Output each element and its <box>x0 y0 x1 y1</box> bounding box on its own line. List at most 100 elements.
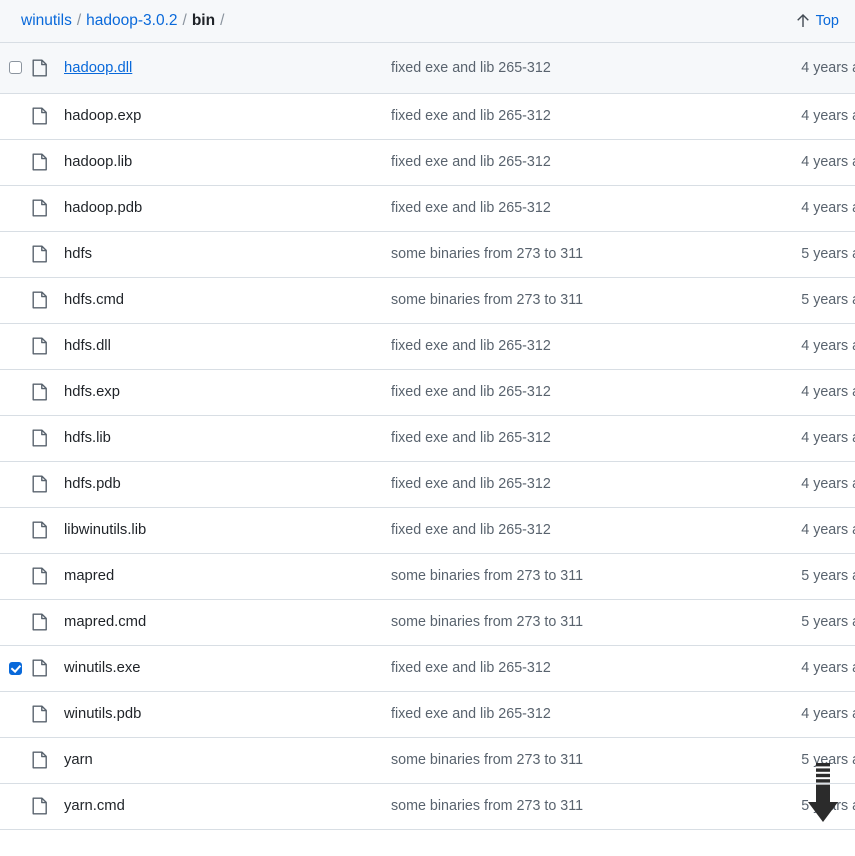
commit-age-cell: 4 years ago <box>801 384 855 400</box>
arrow-up-icon <box>796 13 810 29</box>
file-list-body: hadoop.dll fixed exe and lib 265-312 4 yea… <box>0 43 855 829</box>
commit-message-cell[interactable]: fixed exe and lib 265-312 <box>381 415 721 461</box>
file-name-link[interactable]: libwinutils.lib <box>64 522 146 538</box>
commit-age-cell: 4 years ago <box>801 200 855 216</box>
file-name-link[interactable]: hdfs <box>64 246 92 262</box>
table-row[interactable]: winutils.pdb fixed exe and lib 265-312 4 y… <box>0 691 855 737</box>
file-icon-cell <box>27 461 53 507</box>
file-icon-cell <box>27 507 53 553</box>
commit-message-cell[interactable]: some binaries from 273 to 311 <box>381 737 721 783</box>
table-row[interactable]: hadoop.dll fixed exe and lib 265-312 4 yea… <box>0 43 855 93</box>
commit-message-cell[interactable]: fixed exe and lib 265-312 <box>381 369 721 415</box>
file-name-cell: hdfs.exp <box>53 369 381 415</box>
table-row[interactable]: hdfs.pdb fixed exe and lib 265-312 4 years… <box>0 461 855 507</box>
file-name-cell: mapred <box>53 553 381 599</box>
checkbox-wrapper <box>0 324 27 369</box>
file-name-link[interactable]: yarn <box>64 752 93 768</box>
file-icon <box>32 291 47 309</box>
commit-message-cell[interactable]: some binaries from 273 to 311 <box>381 231 721 277</box>
checkbox-wrapper <box>0 692 27 737</box>
row-select-checkbox[interactable] <box>8 61 22 75</box>
file-icon <box>32 475 47 493</box>
table-row[interactable]: libwinutils.lib fixed exe and lib 265-312… <box>0 507 855 553</box>
commit-age-cell: 5 years ago <box>801 752 855 768</box>
row-select-cell <box>0 415 27 461</box>
file-icon-cell <box>27 93 53 139</box>
commit-message-cell[interactable]: some binaries from 273 to 311 <box>381 277 721 323</box>
breadcrumb-separator: / <box>182 12 187 29</box>
row-select-cell <box>0 737 27 783</box>
row-select-cell <box>0 461 27 507</box>
table-row[interactable]: hdfs.lib fixed exe and lib 265-312 4 years… <box>0 415 855 461</box>
table-row[interactable]: hdfs.cmd some binaries from 273 to 311 5 y… <box>0 277 855 323</box>
file-name-link[interactable]: hdfs.pdb <box>64 476 121 492</box>
checkbox-wrapper <box>0 508 27 553</box>
commit-message-cell[interactable]: fixed exe and lib 265-312 <box>381 43 721 93</box>
table-row[interactable]: hadoop.pdb fixed exe and lib 265-312 4 yea… <box>0 185 855 231</box>
file-icon-cell <box>27 415 53 461</box>
table-row[interactable]: yarn some binaries from 273 to 311 5 years… <box>0 737 855 783</box>
back-to-top-link[interactable]: Top <box>796 13 839 29</box>
table-row[interactable]: hdfs.dll fixed exe and lib 265-312 4 years… <box>0 323 855 369</box>
commit-message-cell[interactable]: fixed exe and lib 265-312 <box>381 185 721 231</box>
breadcrumb-item-hadoop-3-0-2[interactable]: hadoop-3.0.2 <box>86 12 177 30</box>
row-select-cell <box>0 599 27 645</box>
table-row[interactable]: winutils.exe fixed exe and lib 265-312 4 y… <box>0 645 855 691</box>
file-name-link[interactable]: winutils.pdb <box>64 706 141 722</box>
file-name-link[interactable]: hdfs.exp <box>64 384 120 400</box>
file-icon <box>32 199 47 217</box>
commit-message-cell[interactable]: some binaries from 273 to 311 <box>381 783 721 829</box>
file-name-link[interactable]: hadoop.pdb <box>64 200 142 216</box>
file-icon-cell <box>27 599 53 645</box>
row-select-cell <box>0 323 27 369</box>
row-select-cell <box>0 507 27 553</box>
commit-message-cell[interactable]: fixed exe and lib 265-312 <box>381 323 721 369</box>
table-row[interactable]: mapred.cmd some binaries from 273 to 311 5… <box>0 599 855 645</box>
file-icon-cell <box>27 369 53 415</box>
commit-message-cell[interactable]: some binaries from 273 to 311 <box>381 553 721 599</box>
file-name-link[interactable]: hdfs.cmd <box>64 292 124 308</box>
file-name-cell: hadoop.dll <box>53 43 381 93</box>
commit-message-cell[interactable]: fixed exe and lib 265-312 <box>381 691 721 737</box>
table-row[interactable]: yarn.cmd some binaries from 273 to 311 5 y… <box>0 783 855 829</box>
commit-message-cell[interactable]: fixed exe and lib 265-312 <box>381 507 721 553</box>
file-name-link[interactable]: mapred <box>64 568 114 584</box>
file-name-link[interactable]: hadoop.dll <box>64 60 132 76</box>
row-select-checkbox[interactable] <box>8 661 22 675</box>
file-name-link[interactable]: mapred.cmd <box>64 614 146 630</box>
row-select-cell <box>0 43 27 93</box>
checkbox-wrapper <box>0 784 27 829</box>
file-icon-cell <box>27 737 53 783</box>
row-select-cell <box>0 691 27 737</box>
file-icon <box>32 153 47 171</box>
table-row[interactable]: hdfs.exp fixed exe and lib 265-312 4 years… <box>0 369 855 415</box>
file-name-link[interactable]: hadoop.exp <box>64 108 141 124</box>
file-name-link[interactable]: yarn.cmd <box>64 798 125 814</box>
commit-message-cell[interactable]: fixed exe and lib 265-312 <box>381 139 721 185</box>
table-row[interactable]: hadoop.lib fixed exe and lib 265-312 4 yea… <box>0 139 855 185</box>
file-name-link[interactable]: hdfs.dll <box>64 338 111 354</box>
breadcrumb-separator: / <box>76 12 82 29</box>
file-icon-cell <box>27 185 53 231</box>
file-icon-cell <box>27 323 53 369</box>
row-select-cell <box>0 277 27 323</box>
file-icon <box>32 751 47 769</box>
checkbox-wrapper <box>0 232 27 277</box>
commit-message-cell[interactable]: fixed exe and lib 265-312 <box>381 93 721 139</box>
commit-message-cell[interactable]: some binaries from 273 to 311 <box>381 599 721 645</box>
file-name-cell: hadoop.lib <box>53 139 381 185</box>
commit-message-cell[interactable]: fixed exe and lib 265-312 <box>381 645 721 691</box>
breadcrumb-item-winutils[interactable]: winutils <box>21 12 72 30</box>
row-select-cell <box>0 93 27 139</box>
file-name-link[interactable]: hadoop.lib <box>64 154 132 170</box>
checkbox-wrapper <box>0 45 27 90</box>
table-row[interactable]: hdfs some binaries from 273 to 311 5 years… <box>0 231 855 277</box>
file-name-cell: hdfs.dll <box>53 323 381 369</box>
table-row[interactable]: hadoop.exp fixed exe and lib 265-312 4 yea… <box>0 93 855 139</box>
commit-age-cell: 4 years ago <box>801 476 855 492</box>
file-name-link[interactable]: winutils.exe <box>64 660 140 676</box>
file-icon <box>32 705 47 723</box>
file-name-link[interactable]: hdfs.lib <box>64 430 111 446</box>
commit-message-cell[interactable]: fixed exe and lib 265-312 <box>381 461 721 507</box>
table-row[interactable]: mapred some binaries from 273 to 311 5 yea… <box>0 553 855 599</box>
